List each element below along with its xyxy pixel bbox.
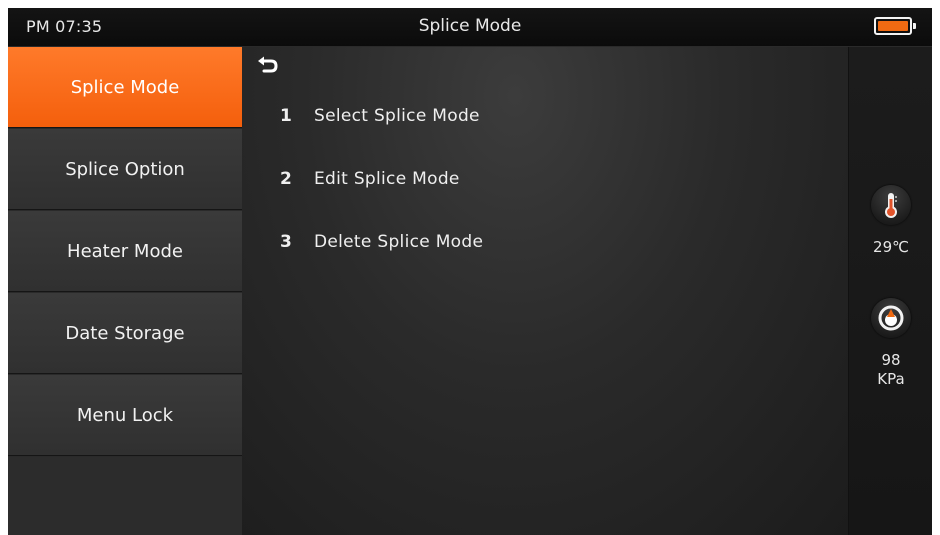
sidebar-item-label: Menu Lock <box>76 404 174 426</box>
sidebar-item-menu-lock[interactable]: Menu Lock <box>8 375 242 456</box>
sidebar-item-label: Splice Option <box>65 158 185 180</box>
sidebar-empty-area <box>8 457 242 535</box>
thermometer-icon <box>871 185 911 225</box>
battery-level <box>878 21 908 31</box>
menu-item-select-splice-mode[interactable]: 1 Select Splice Mode <box>280 102 480 130</box>
sidebar-item-label: Splice Mode <box>70 76 180 98</box>
sidebar-item-label: Heater Mode <box>67 240 183 262</box>
device-screen: PM 07:35 Splice Mode Splice Mode Splice … <box>8 8 932 535</box>
pressure-value: 98 <box>881 351 901 369</box>
status-bar: PM 07:35 Splice Mode <box>8 8 932 47</box>
sidebar-item-splice-option[interactable]: Splice Option <box>8 129 242 210</box>
temperature-value: 29℃ <box>873 238 909 256</box>
sidebar-item-splice-mode[interactable]: Splice Mode <box>8 47 242 128</box>
menu-item-number: 3 <box>280 232 293 252</box>
sidebar-item-date-storage[interactable]: Date Storage <box>8 293 242 374</box>
menu-item-label: Delete Splice Mode <box>314 232 484 252</box>
menu-item-edit-splice-mode[interactable]: 2 Edit Splice Mode <box>280 165 460 193</box>
page-title: Splice Mode <box>418 16 522 36</box>
battery-icon <box>874 17 916 35</box>
main-panel: 1 Select Splice Mode 2 Edit Splice Mode … <box>242 47 848 535</box>
sidebar: Splice Mode Splice Option Heater Mode Da… <box>8 47 242 535</box>
battery-tip <box>913 23 916 29</box>
menu-item-number: 2 <box>280 169 293 189</box>
sidebar-item-label: Date Storage <box>65 322 185 344</box>
menu-item-delete-splice-mode[interactable]: 3 Delete Splice Mode <box>280 228 483 256</box>
back-arrow-icon[interactable] <box>256 55 280 75</box>
sensor-panel: 29℃ 98 KPa <box>848 47 932 535</box>
pressure-unit: KPa <box>877 370 905 388</box>
sidebar-item-heater-mode[interactable]: Heater Mode <box>8 211 242 292</box>
menu-item-number: 1 <box>280 106 293 126</box>
menu-item-label: Select Splice Mode <box>314 106 480 126</box>
pressure-gauge-icon <box>871 298 911 338</box>
menu-item-label: Edit Splice Mode <box>314 169 460 189</box>
